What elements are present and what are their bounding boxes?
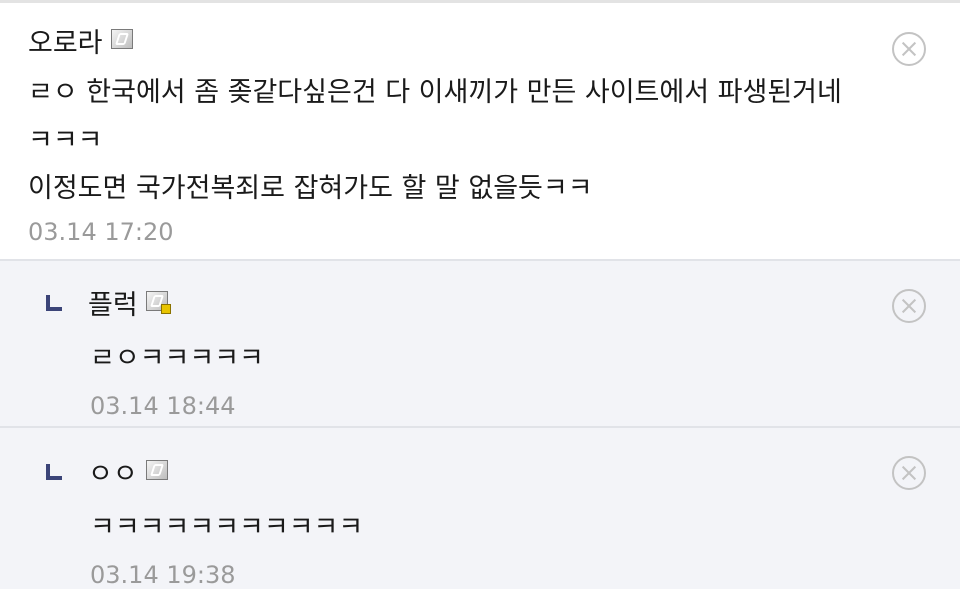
reply-item: 플럭 ㄹㅇㅋㅋㅋㅋㅋ 03.14 18:44 — [0, 261, 960, 428]
delete-reply-icon[interactable] — [892, 456, 926, 490]
delete-comment-icon[interactable] — [892, 32, 926, 66]
comment-text-line: ㄹㅇ 한국에서 좀 좆같다싶은건 다 이새끼가 만든 사이트에서 파생된거네ㅋㅋ… — [28, 77, 842, 156]
comment-author[interactable]: 오로라 — [28, 25, 103, 63]
comment-text-line: 이정도면 국가전복죄로 잡혀가도 할 말 없을듯ㅋㅋ — [28, 173, 593, 204]
delete-reply-icon[interactable] — [892, 289, 926, 323]
comment-item: 오로라 ㄹㅇ 한국에서 좀 좆같다싶은건 다 이새끼가 만든 사이트에서 파생된… — [0, 3, 960, 261]
reply-author[interactable]: ㅇㅇ — [88, 456, 138, 494]
reply-body: ㅋㅋㅋㅋㅋㅋㅋㅋㅋㅋㅋ — [90, 512, 364, 543]
member-level-icon — [110, 29, 133, 49]
reply-author-line: ㅇㅇ — [46, 456, 850, 494]
member-level-icon — [145, 460, 168, 480]
member-level-icon — [145, 291, 171, 314]
reply-author[interactable]: 플럭 — [88, 287, 138, 325]
reply-body: ㄹㅇㅋㅋㅋㅋㅋ — [90, 343, 264, 374]
reply-arrow-icon — [46, 464, 62, 480]
comment-author-line: 오로라 — [28, 25, 850, 63]
reply-timestamp: 03.14 19:38 — [90, 561, 236, 589]
comment-body: ㄹㅇ 한국에서 좀 좆같다싶은건 다 이새끼가 만든 사이트에서 파생된거네ㅋㅋ… — [28, 69, 850, 213]
reply-author-line: 플럭 — [46, 287, 850, 325]
reply-item: ㅇㅇ ㅋㅋㅋㅋㅋㅋㅋㅋㅋㅋㅋ 03.14 19:38 — [0, 428, 960, 589]
reply-timestamp: 03.14 18:44 — [90, 392, 236, 420]
reply-arrow-icon — [46, 295, 62, 311]
comment-list: 오로라 ㄹㅇ 한국에서 좀 좆같다싶은건 다 이새끼가 만든 사이트에서 파생된… — [0, 0, 960, 589]
comment-timestamp: 03.14 17:20 — [28, 218, 174, 246]
